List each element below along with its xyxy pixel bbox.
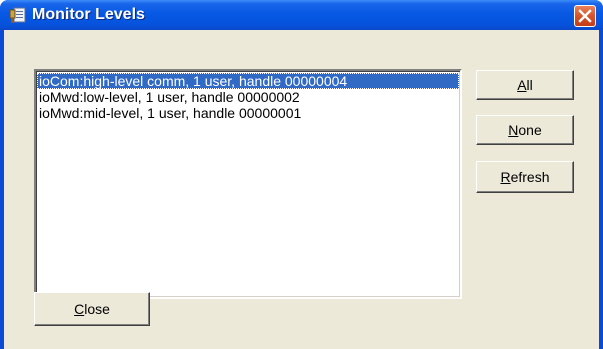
refresh-button[interactable]: Refresh	[476, 161, 574, 193]
refresh-button-label: Refresh	[500, 169, 550, 185]
monitor-levels-window: Monitor Levels ioCom:high-level comm, 1 …	[0, 0, 603, 349]
list-item[interactable]: ioMwd:mid-level, 1 user, handle 00000001	[37, 105, 459, 121]
close-x-icon	[578, 9, 592, 23]
title-bar[interactable]: Monitor Levels	[0, 0, 603, 30]
close-button-label: Close	[74, 301, 110, 317]
none-button[interactable]: None	[476, 115, 574, 145]
all-button-label: All	[517, 77, 533, 93]
monitor-levels-list[interactable]: ioCom:high-level comm, 1 user, handle 00…	[34, 69, 462, 299]
dialog-body: ioCom:high-level comm, 1 user, handle 00…	[4, 30, 599, 349]
window-title: Monitor Levels	[32, 6, 145, 23]
none-button-label: None	[508, 122, 542, 138]
list-item[interactable]: ioCom:high-level comm, 1 user, handle 00…	[37, 73, 459, 89]
monitor-app-icon	[9, 7, 26, 23]
all-button[interactable]: All	[476, 70, 574, 100]
list-item[interactable]: ioMwd:low-level, 1 user, handle 00000002	[37, 89, 459, 105]
close-button[interactable]: Close	[34, 292, 150, 326]
close-window-button[interactable]	[574, 5, 596, 27]
